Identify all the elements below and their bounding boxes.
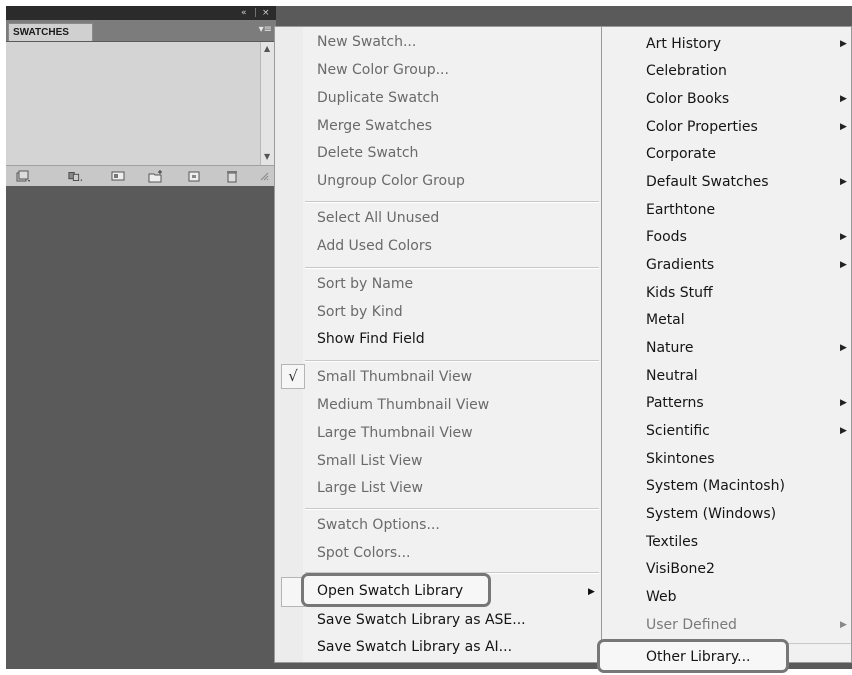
delete-swatch-icon[interactable] — [224, 169, 240, 183]
swatch-list-area[interactable] — [6, 42, 260, 165]
submenu-arrow-icon: ▶ — [840, 398, 847, 408]
menu-item-large-list-view[interactable]: Large List View — [317, 477, 423, 499]
menu-item-merge-swatches[interactable]: Merge Swatches — [317, 115, 432, 137]
submenu-item-metal[interactable]: Metal — [646, 309, 685, 331]
menu-item-add-used-colors[interactable]: Add Used Colors — [317, 235, 432, 257]
submenu-arrow-icon: ▶ — [840, 39, 847, 49]
menu-item-spot-colors[interactable]: Spot Colors... — [317, 542, 410, 564]
menu-item-select-all-unused[interactable]: Select All Unused — [317, 207, 439, 229]
submenu-item-corporate[interactable]: Corporate — [646, 143, 716, 165]
submenu-arrow-icon: ▶ — [840, 232, 847, 242]
submenu-item-kids-stuff[interactable]: Kids Stuff — [646, 282, 713, 304]
submenu-arrow-icon: ▶ — [840, 122, 847, 132]
menu-item-small-thumbnail-view[interactable]: Small Thumbnail View — [317, 366, 472, 388]
panel-tab-row: SWATCHES ▾≡ — [6, 20, 276, 42]
submenu-item-color-books[interactable]: Color Books — [646, 88, 729, 110]
submenu-arrow-icon: ▶ — [840, 426, 847, 436]
submenu-item-default-swatches[interactable]: Default Swatches — [646, 171, 769, 193]
tab-swatches[interactable]: SWATCHES — [8, 23, 93, 41]
submenu-item-foods[interactable]: Foods — [646, 226, 687, 248]
resize-grip-icon[interactable] — [258, 169, 270, 183]
swatch-options-icon[interactable] — [110, 169, 126, 183]
checkmark-icon: √ — [281, 364, 305, 389]
menu-item-medium-thumbnail-view[interactable]: Medium Thumbnail View — [317, 394, 489, 416]
submenu-item-skintones[interactable]: Skintones — [646, 448, 715, 470]
menu-item-large-thumbnail-view[interactable]: Large Thumbnail View — [317, 422, 473, 444]
menu-item-new-swatch[interactable]: New Swatch... — [317, 31, 416, 53]
menu-separator — [305, 360, 599, 362]
swatch-library-submenu: Art History ▶ Celebration Color Books ▶ … — [597, 26, 852, 673]
submenu-arrow-icon: ▶ — [840, 343, 847, 353]
menu-item-small-list-view[interactable]: Small List View — [317, 450, 422, 472]
submenu-item-nature[interactable]: Nature — [646, 337, 693, 359]
submenu-arrow-icon: ▶ — [588, 587, 595, 597]
menu-separator — [305, 508, 599, 510]
submenu-item-system-macintosh[interactable]: System (Macintosh) — [646, 475, 785, 497]
menu-item-new-color-group[interactable]: New Color Group... — [317, 59, 449, 81]
submenu-item-color-properties[interactable]: Color Properties — [646, 116, 758, 138]
submenu-item-earthtone[interactable]: Earthtone — [646, 199, 715, 221]
submenu-item-scientific[interactable]: Scientific — [646, 420, 710, 442]
menu-item-sort-by-kind[interactable]: Sort by Kind — [317, 301, 403, 323]
menu-item-duplicate-swatch[interactable]: Duplicate Swatch — [317, 87, 439, 109]
submenu-item-system-windows[interactable]: System (Windows) — [646, 503, 776, 525]
scroll-down-icon[interactable]: ▼ — [264, 152, 270, 161]
submenu-item-gradients[interactable]: Gradients — [646, 254, 714, 276]
submenu-item-neutral[interactable]: Neutral — [646, 365, 698, 387]
menu-item-show-find-field[interactable]: Show Find Field — [317, 328, 425, 350]
topbar-divider: | — [254, 8, 258, 18]
menu-item-ungroup-color-group[interactable]: Ungroup Color Group — [317, 170, 465, 192]
submenu-item-web[interactable]: Web — [646, 586, 677, 608]
panel-bottom-bar — [6, 165, 276, 186]
submenu-arrow-icon: ▶ — [840, 620, 847, 630]
panel-top-bar: « | × — [6, 6, 276, 20]
menu-item-save-swatch-library-ai[interactable]: Save Swatch Library as AI... — [317, 636, 512, 658]
submenu-arrow-icon: ▶ — [840, 94, 847, 104]
submenu-arrow-icon: ▶ — [840, 177, 847, 187]
new-swatch-icon[interactable] — [186, 169, 202, 183]
submenu-item-visibone2[interactable]: VisiBone2 — [646, 558, 715, 580]
new-color-group-icon[interactable] — [148, 169, 164, 183]
panel-flyout-menu: New Swatch... New Color Group... Duplica… — [274, 26, 602, 663]
show-swatch-kinds-icon[interactable] — [68, 169, 84, 183]
scroll-up-icon[interactable]: ▲ — [264, 44, 270, 53]
menu-item-save-swatch-library-ase[interactable]: Save Swatch Library as ASE... — [317, 609, 526, 631]
collapse-panel-icon[interactable]: « — [241, 6, 247, 20]
submenu-item-art-history[interactable]: Art History — [646, 33, 721, 55]
menu-item-open-swatch-library[interactable]: Open Swatch Library — [317, 580, 463, 602]
menu-item-sort-by-name[interactable]: Sort by Name — [317, 273, 413, 295]
menu-separator — [305, 201, 599, 203]
submenu-item-celebration[interactable]: Celebration — [646, 60, 727, 82]
menu-item-delete-swatch[interactable]: Delete Swatch — [317, 142, 418, 164]
close-panel-icon[interactable]: × — [262, 6, 270, 20]
submenu-item-other-library[interactable]: Other Library... — [646, 646, 751, 668]
submenu-item-user-defined[interactable]: User Defined — [646, 614, 737, 636]
panel-menu-icon[interactable]: ▾≡ — [259, 23, 272, 37]
menu-gutter — [275, 27, 303, 662]
submenu-item-textiles[interactable]: Textiles — [646, 531, 698, 553]
menu-item-swatch-options[interactable]: Swatch Options... — [317, 514, 440, 536]
submenu-item-patterns[interactable]: Patterns — [646, 392, 704, 414]
swatch-libraries-menu-icon[interactable] — [16, 169, 32, 183]
menu-separator — [305, 267, 599, 269]
swatches-panel: « | × SWATCHES ▾≡ ▲ ▼ — [6, 6, 276, 186]
submenu-arrow-icon: ▶ — [840, 260, 847, 270]
